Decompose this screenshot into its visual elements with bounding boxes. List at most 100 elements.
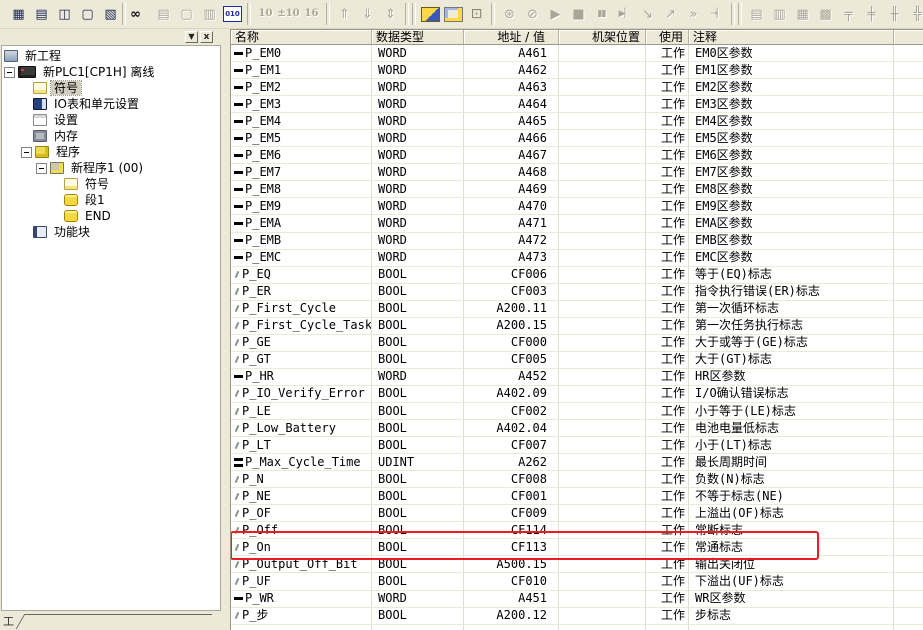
cell-name: P_EM3 — [231, 96, 372, 113]
options-window-icon[interactable]: ⊡ — [465, 3, 488, 25]
column-header-name[interactable]: 名称 — [231, 30, 372, 45]
cell-rack — [559, 267, 646, 284]
table-row[interactable]: P_IO_Verify_ErrorBOOLA402.09工作I/O确认错误标志 — [231, 386, 923, 403]
tree-item-label: 段1 — [82, 193, 108, 207]
tree-item[interactable]: END — [2, 208, 220, 224]
cell-extra — [894, 335, 923, 352]
find-icon[interactable]: ∞ — [129, 3, 152, 25]
symbol-name: P_OF — [242, 506, 271, 521]
properties-icon[interactable]: ▧ — [96, 3, 119, 25]
project-tab[interactable]: 工程 — [2, 611, 216, 629]
table-row[interactable]: P_OFBOOLCF009工作上溢出(OF)标志 — [231, 505, 923, 522]
cell-address: A200.11 — [464, 301, 559, 318]
table-row[interactable]: P_NBOOLCF008工作负数(N)标志 — [231, 471, 923, 488]
table-row[interactable]: P_步BOOLA200.12工作步标志 — [231, 608, 923, 625]
tree-item[interactable]: 段1 — [2, 192, 220, 208]
cell-usage: 工作 — [646, 198, 689, 215]
column-header-usage[interactable]: 使用 — [646, 30, 689, 45]
tree-expander[interactable] — [36, 163, 47, 174]
table-row[interactable]: P_EM5WORDA466工作EM5区参数 — [231, 130, 923, 147]
table-row[interactable]: P_OffBOOLCF114工作常断标志 — [231, 522, 923, 539]
table-row[interactable]: P_EM9WORDA470工作EM9区参数 — [231, 198, 923, 215]
monitor-mode-icon[interactable] — [444, 7, 463, 22]
table-row[interactable]: P_GEBOOLCF000工作大于或等于(GE)标志 — [231, 335, 923, 352]
table-row[interactable]: P_EM8WORDA469工作EM8区参数 — [231, 181, 923, 198]
mnemonic-view-icon[interactable]: ▤ — [27, 3, 50, 25]
tree-item[interactable]: 新工程 — [2, 48, 220, 64]
tree-item[interactable]: 程序 — [2, 144, 220, 160]
table-row[interactable]: P_EM6WORDA467工作EM6区参数 — [231, 147, 923, 164]
workspace-dropdown-button[interactable]: ▼ — [185, 31, 198, 43]
tree-expander[interactable] — [21, 147, 32, 158]
column-header-extra[interactable] — [894, 30, 923, 45]
table-row[interactable]: P_GTBOOLCF005工作大于(GT)标志 — [231, 352, 923, 369]
cell-type: BOOL — [372, 556, 464, 573]
column-header-rack[interactable]: 机架位置 — [559, 30, 646, 45]
table-row[interactable]: P_EM3WORDA464工作EM3区参数 — [231, 96, 923, 113]
ladder-view-icon[interactable]: ▦ — [4, 3, 27, 25]
table-row[interactable]: P_HRWORDA452工作HR区参数 — [231, 369, 923, 386]
workspace-close-button[interactable]: x — [200, 31, 213, 43]
table-row[interactable]: P_EM0WORDA461工作EM0区参数 — [231, 45, 923, 62]
table-row[interactable]: P_Output_Off_BitBOOLA500.15工作输出关闭位 — [231, 556, 923, 573]
table-row[interactable]: P_UFBOOLCF010工作下溢出(UF)标志 — [231, 573, 923, 590]
table-row[interactable]: P_EMBWORDA472工作EMB区参数 — [231, 233, 923, 250]
workspace-tab-area: 工程 — [0, 611, 222, 630]
tree-item[interactable]: 内存 — [2, 128, 220, 144]
cell-rack — [559, 318, 646, 335]
column-header-type[interactable]: 数据类型 — [372, 30, 464, 45]
cell-extra — [894, 250, 923, 267]
symbol-table-view-icon[interactable]: ◫ — [50, 3, 73, 25]
table-row[interactable]: P_EM7WORDA468工作EM7区参数 — [231, 164, 923, 181]
table-row[interactable]: P_EM4WORDA465工作EM4区参数 — [231, 113, 923, 130]
tree-item[interactable]: 符号 — [2, 176, 220, 192]
table-row[interactable]: P_First_CycleBOOLA200.11工作第一次循环标志 — [231, 301, 923, 318]
table-row[interactable]: P_First_Cycle_TaskBOOLA200.15工作第一次任务执行标志 — [231, 318, 923, 335]
table-row[interactable]: P_WRWORDA451工作WR区参数 — [231, 591, 923, 608]
cell-usage: 工作 — [646, 267, 689, 284]
tree-item-label: END — [82, 209, 114, 223]
table-row[interactable]: P_LEBOOLCF002工作小于等于(LE)标志 — [231, 403, 923, 420]
cell-usage: 工作 — [646, 608, 689, 625]
table-row[interactable]: P_OnBOOLCF113工作常通标志 — [231, 539, 923, 556]
section-window-icon[interactable]: ▢ — [73, 3, 96, 25]
cell-comment: 步标志 — [689, 608, 894, 625]
cell-rack — [559, 301, 646, 318]
table-row[interactable]: P_EMAWORDA471工作EMA区参数 — [231, 215, 923, 232]
table-row[interactable]: P_ERBOOLCF003工作指令执行错误(ER)标志 — [231, 284, 923, 301]
tree-item[interactable]: IO表和单元设置 — [2, 96, 220, 112]
tree-item-label: 新工程 — [22, 49, 64, 63]
symbol-name: P_LT — [242, 438, 271, 453]
cell-rack — [559, 522, 646, 539]
bool-type-icon — [233, 388, 240, 399]
table-row[interactable]: P_Low_BatteryBOOLA402.04工作电池电量低标志 — [231, 420, 923, 437]
cell-name: P_IO_Verify_Error — [231, 386, 372, 403]
table-row[interactable]: P_EM1WORDA462工作EM1区参数 — [231, 62, 923, 79]
cell-rack — [559, 369, 646, 386]
cell-extra — [894, 386, 923, 403]
tree-item[interactable]: 新PLC1[CP1H] 离线 — [2, 64, 220, 80]
work-online-icon[interactable] — [421, 7, 440, 22]
binary-display-icon[interactable]: 010 — [223, 6, 242, 22]
table-row[interactable]: P_EM2WORDA463工作EM2区参数 — [231, 79, 923, 96]
tree-item[interactable]: 功能块 — [2, 224, 220, 240]
tree-item[interactable]: 设置 — [2, 112, 220, 128]
column-header-comment[interactable]: 注释 — [689, 30, 894, 45]
symbol-name: P_GE — [242, 335, 271, 350]
symbol-name: P_First_Cycle — [242, 301, 336, 316]
table-row[interactable]: P_Max_Cycle_TimeUDINTA262工作最长周期时间 — [231, 454, 923, 471]
tree-expander[interactable] — [4, 67, 15, 78]
cell-usage — [646, 625, 689, 630]
table-row[interactable]: P_EMCWORDA473工作EMC区参数 — [231, 250, 923, 267]
column-header-address[interactable]: 地址 / 值 — [464, 30, 559, 45]
step-into-icon: ↘ — [636, 3, 659, 25]
cell-name: P_N — [231, 471, 372, 488]
tree-item[interactable]: 新程序1 (00) — [2, 160, 220, 176]
panel-splitter[interactable] — [222, 29, 230, 630]
tree-item[interactable]: 符号 — [2, 80, 220, 96]
cell-address: A452 — [464, 369, 559, 386]
table-row[interactable]: P_NEBOOLCF001工作不等于标志(NE) — [231, 488, 923, 505]
cell-name: P_EMA — [231, 215, 372, 232]
table-row[interactable]: P_LTBOOLCF007工作小于(LT)标志 — [231, 437, 923, 454]
table-row[interactable]: P_EQBOOLCF006工作等于(EQ)标志 — [231, 267, 923, 284]
